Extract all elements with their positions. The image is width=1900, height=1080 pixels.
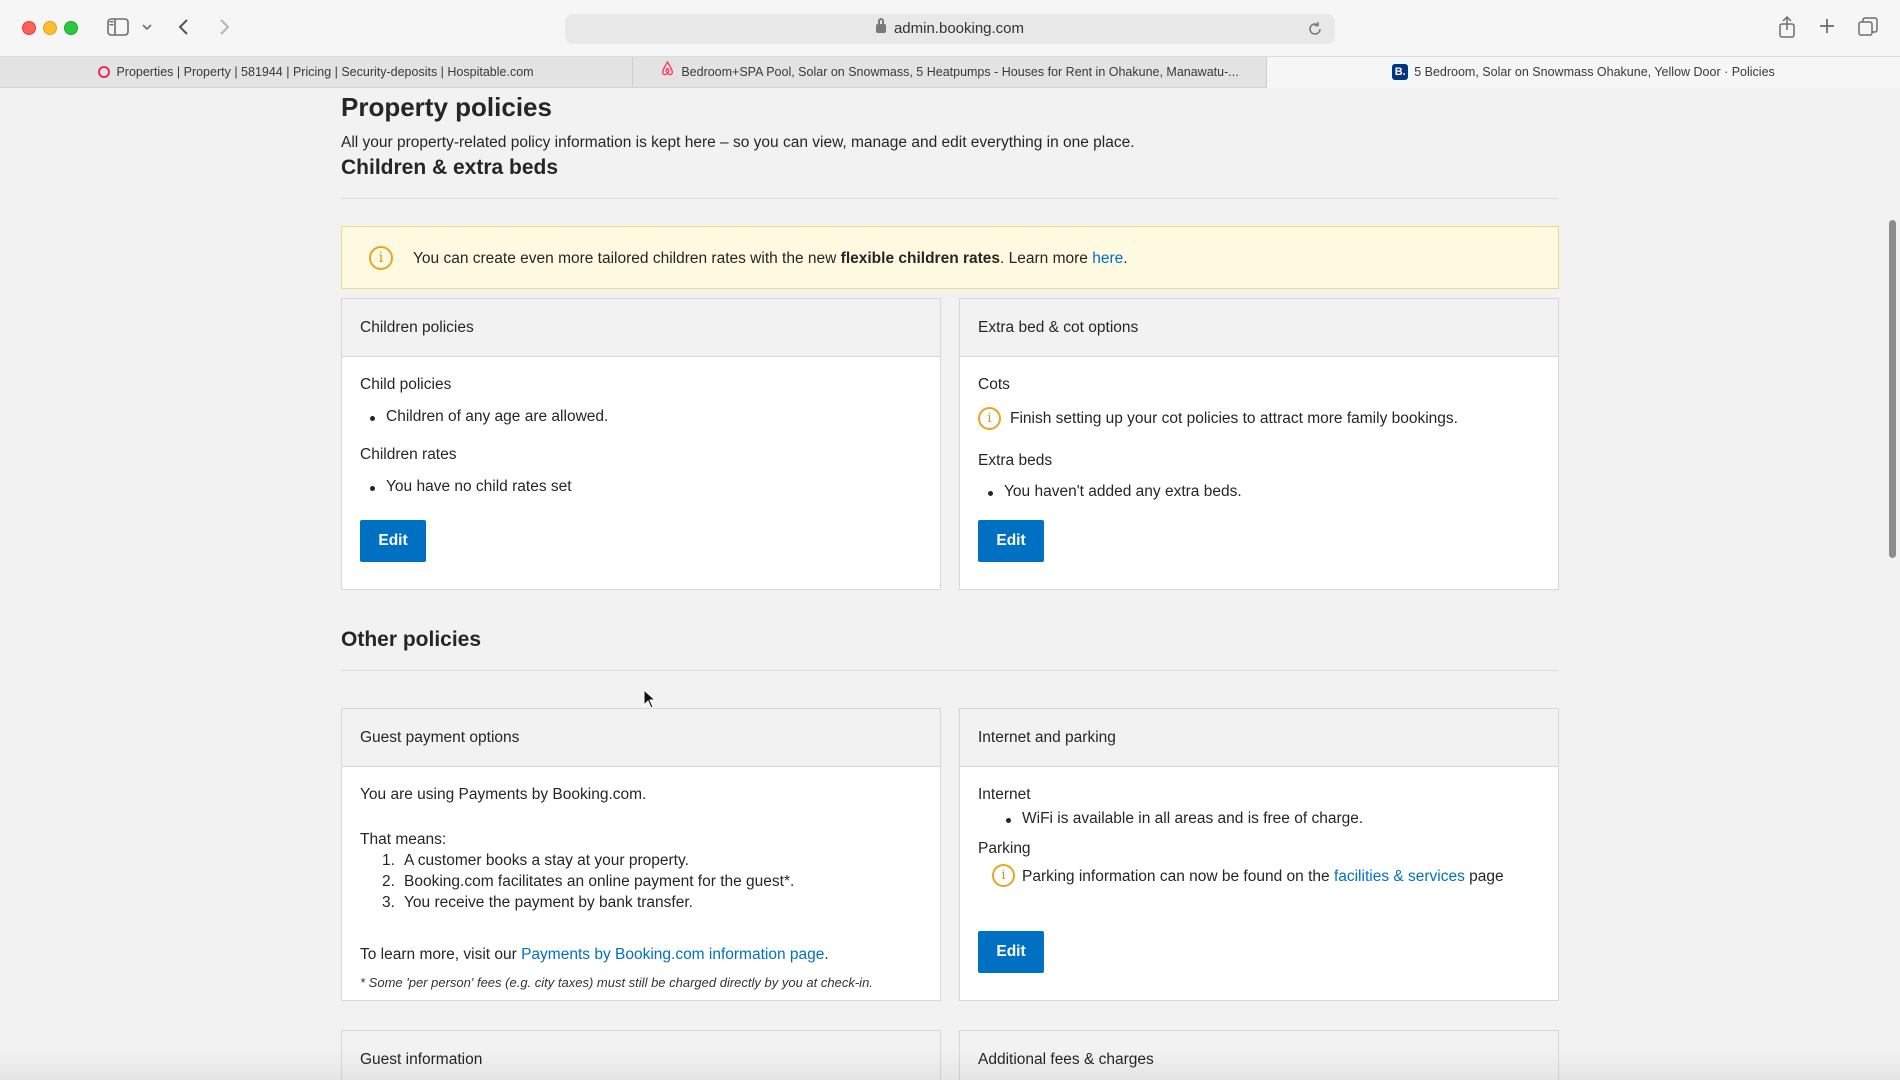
mouse-cursor-icon	[643, 688, 657, 714]
sidebar-icon[interactable]	[107, 18, 129, 40]
minimize-window-button[interactable]	[43, 21, 57, 35]
tab-label: 5 Bedroom, Solar on Snowmass Ohakune, Ye…	[1414, 65, 1775, 79]
card-title: Extra bed & cot options	[960, 299, 1558, 357]
payment-learn-more: To learn more, visit our Payments by Boo…	[360, 946, 829, 963]
payment-step: A customer books a stay at your property…	[404, 852, 689, 869]
new-tab-icon[interactable]	[1818, 17, 1836, 39]
tab-label: Bedroom+SPA Pool, Solar on Snowmass, 5 H…	[681, 65, 1239, 79]
payment-step: You receive the payment by bank transfer…	[404, 894, 693, 911]
learn-more-link[interactable]: here	[1092, 250, 1123, 267]
internet-parking-card: Internet and parking Internet WiFi is av…	[959, 708, 1559, 1001]
cots-notice: Finish setting up your cot policies to a…	[1010, 410, 1458, 427]
tab-overview-icon[interactable]	[1858, 17, 1878, 41]
reload-icon[interactable]	[1307, 14, 1323, 55]
zoom-window-button[interactable]	[64, 21, 78, 35]
parking-notice: Parking information can now be found on …	[1022, 868, 1504, 885]
edit-internet-parking-button[interactable]: Edit	[978, 931, 1044, 973]
children-section-title: Children & extra beds	[341, 156, 559, 179]
info-icon: i	[369, 246, 393, 270]
children-rates-item: You have no child rates set	[370, 478, 572, 495]
payments-info-link[interactable]: Payments by Booking.com information page	[521, 946, 824, 963]
payment-step: Booking.com facilitates an online paymen…	[404, 873, 795, 890]
hospitable-icon	[98, 65, 111, 78]
other-section-title: Other policies	[341, 628, 482, 651]
address-text: admin.booking.com	[893, 20, 1025, 37]
children-policies-card: Children policies Child policies Childre…	[341, 298, 941, 590]
divider	[341, 198, 1559, 199]
edit-extra-bed-button[interactable]: Edit	[978, 520, 1044, 562]
card-title: Children policies	[342, 299, 940, 357]
children-rates-label: Children rates	[360, 446, 457, 463]
airbnb-icon	[660, 57, 675, 87]
card-title: Internet and parking	[960, 709, 1558, 767]
bottom-shade	[0, 1050, 1900, 1080]
divider	[341, 670, 1559, 671]
forward-icon[interactable]	[218, 17, 230, 41]
browser-toolbar: admin.booking.com	[0, 0, 1900, 57]
info-icon: i	[978, 407, 1001, 430]
internet-item: WiFi is available in all areas and is fr…	[1005, 810, 1364, 827]
chevron-down-icon[interactable]	[142, 18, 152, 43]
payment-intro: You are using Payments by Booking.com.	[360, 786, 647, 803]
back-icon[interactable]	[178, 17, 190, 41]
step-number: 3.	[382, 894, 395, 911]
info-icon: i	[992, 864, 1015, 887]
child-policies-label: Child policies	[360, 376, 452, 393]
share-icon[interactable]	[1778, 15, 1796, 42]
edit-children-policies-button[interactable]: Edit	[360, 520, 426, 562]
extra-beds-label: Extra beds	[978, 452, 1053, 469]
cots-label: Cots	[978, 376, 1010, 393]
page-scrollbar[interactable]	[1889, 220, 1896, 558]
lock-icon	[875, 18, 886, 33]
flexible-rates-banner: i You can create even more tailored chil…	[341, 226, 1559, 289]
close-window-button[interactable]	[22, 21, 36, 35]
step-number: 1.	[382, 852, 395, 869]
parking-label: Parking	[978, 840, 1031, 857]
booking-icon: B.	[1392, 63, 1409, 80]
page-description: All your property-related policy informa…	[341, 134, 1135, 151]
extra-beds-item: You haven't added any extra beds.	[988, 483, 1242, 500]
tab-bar: Properties | Property | 581944 | Pricing…	[0, 57, 1900, 88]
tab-airbnb[interactable]: Bedroom+SPA Pool, Solar on Snowmass, 5 H…	[633, 57, 1267, 88]
facilities-services-link[interactable]: facilities & services	[1334, 868, 1465, 885]
step-number: 2.	[382, 873, 395, 890]
payment-footnote: * Some 'per person' fees (e.g. city taxe…	[360, 975, 873, 990]
extra-bed-card: Extra bed & cot options Cots i Finish se…	[959, 298, 1559, 590]
address-bar[interactable]: admin.booking.com	[565, 14, 1335, 44]
tab-label: Properties | Property | 581944 | Pricing…	[116, 65, 534, 79]
child-policies-item: Children of any age are allowed.	[369, 408, 609, 425]
guest-payment-card: Guest payment options You are using Paym…	[341, 708, 941, 1001]
tab-hospitable[interactable]: Properties | Property | 581944 | Pricing…	[0, 57, 633, 88]
card-title: Guest payment options	[342, 709, 940, 767]
page-title: Property policies	[341, 92, 552, 122]
internet-label: Internet	[978, 786, 1031, 803]
tab-booking[interactable]: B. 5 Bedroom, Solar on Snowmass Ohakune, …	[1267, 57, 1900, 88]
payment-means: That means:	[360, 831, 447, 848]
